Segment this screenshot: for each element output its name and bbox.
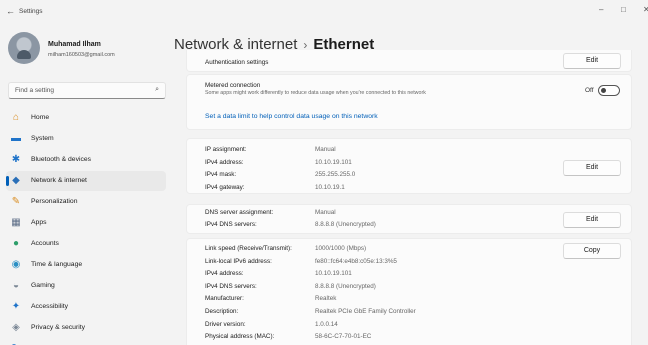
avatar xyxy=(8,32,40,64)
bluetooth-icon: ✱ xyxy=(11,154,21,165)
ip-settings-label: IPv4 gateway: xyxy=(205,183,245,191)
sidebar-item-apps[interactable]: ▦ Apps xyxy=(6,213,166,233)
authentication-label: Authentication settings xyxy=(205,59,269,66)
metered-toggle[interactable] xyxy=(598,85,620,96)
properties-value: 8.8.8.8 (Unencrypted) xyxy=(315,282,376,290)
dns-settings-label: IPv4 DNS servers: xyxy=(205,221,257,228)
properties-value: 1.0.0.14 xyxy=(315,320,338,328)
minimize-icon[interactable]: – xyxy=(599,5,603,14)
sidebar-item-label: Privacy & security xyxy=(31,324,86,331)
edit-dns-button[interactable]: Edit xyxy=(563,212,621,228)
properties-value: Realtek xyxy=(315,295,337,303)
ip-settings-card: Edit IP assignment: Manual IPv4 address: 10… xyxy=(186,138,632,194)
properties-value: Realtek PCIe GbE Family Controller xyxy=(315,308,416,315)
sidebar-item-home[interactable]: ⌂ Home xyxy=(6,108,166,128)
sidebar: Muhamad Ilham milham160503@gmail.com Fin… xyxy=(0,24,170,345)
properties-label: Link-local IPv6 address: xyxy=(205,257,272,265)
sidebar-item-time-language[interactable]: ◉ Time & language xyxy=(6,255,166,275)
active-indicator xyxy=(6,176,9,186)
brush-icon: ✎ xyxy=(11,196,21,207)
ip-settings-value: Manual xyxy=(315,146,336,153)
dns-settings-card: Edit DNS server assignment: Manual IPv4 DN… xyxy=(186,204,632,234)
user-profile[interactable]: Muhamad Ilham milham160503@gmail.com xyxy=(8,32,170,66)
profile-name: Muhamad Ilham xyxy=(48,41,101,48)
apps-icon: ▦ xyxy=(11,217,21,228)
authentication-card: Authentication settings Edit xyxy=(186,50,632,72)
properties-label: IPv4 address: xyxy=(205,270,244,278)
back-arrow-icon[interactable]: ← xyxy=(6,6,15,16)
edit-ip-button[interactable]: Edit xyxy=(563,160,621,176)
dns-settings-value: Manual xyxy=(315,209,336,216)
dns-settings-label: DNS server assignment: xyxy=(205,209,274,216)
ip-settings-value: 10.10.19.101 xyxy=(315,158,352,166)
ip-settings-label: IPv4 mask: xyxy=(205,171,237,178)
data-limit-link[interactable]: Set a data limit to help control data us… xyxy=(205,113,378,120)
shield-icon: ◈ xyxy=(12,322,20,333)
sidebar-item-label: Home xyxy=(31,114,50,121)
sidebar-item-privacy-security[interactable]: ◈ Privacy & security xyxy=(6,318,166,338)
ip-settings-value: 255.255.255.0 xyxy=(315,171,356,178)
title-bar: ← Settings – □ ✕ xyxy=(0,0,648,24)
sidebar-item-label: Bluetooth & devices xyxy=(31,156,92,163)
ip-settings-value: 10.10.19.1 xyxy=(315,183,345,191)
window-title: Settings xyxy=(19,8,43,15)
sidebar-item-label: Personalization xyxy=(31,198,78,205)
properties-value: 58-6C-C7-70-01-EC xyxy=(315,333,372,341)
properties-value: 1000/1000 (Mbps) xyxy=(315,245,367,252)
sidebar-item-windows-update[interactable]: ↻Windows Update xyxy=(6,339,166,345)
accounts-icon: ● xyxy=(12,238,20,249)
system-icon: ▬ xyxy=(11,133,21,144)
profile-email: milham160503@gmail.com xyxy=(48,52,115,58)
properties-value: 10.10.19.101 xyxy=(315,270,352,278)
accessibility-icon: ✦ xyxy=(11,301,21,312)
properties-label: Physical address (MAC): xyxy=(205,333,275,341)
sidebar-item-accessibility[interactable]: ✦ Accessibility xyxy=(6,297,166,317)
metered-toggle-label: Off xyxy=(585,87,594,94)
metered-connection-card: Metered connection Some apps might work … xyxy=(186,74,632,130)
sidebar-item-label: Apps xyxy=(31,219,47,226)
sidebar-item-gaming[interactable]: ◒ Gaming xyxy=(6,276,166,296)
sidebar-item-label: Network & internet xyxy=(31,177,87,184)
sidebar-item-label: System xyxy=(31,135,54,142)
properties-label: Driver version: xyxy=(205,320,246,328)
search-icon: ⌕ xyxy=(155,86,159,93)
sidebar-item-label: Gaming xyxy=(31,282,55,289)
home-icon: ⌂ xyxy=(12,112,20,123)
sidebar-item-label: Accounts xyxy=(31,240,59,247)
dns-settings-value: 8.8.8.8 (Unencrypted) xyxy=(315,221,376,228)
properties-label: Link speed (Receive/Transmit): xyxy=(205,245,292,252)
properties-label: Description: xyxy=(205,308,239,315)
properties-card: Copy Link speed (Receive/Transmit): 1000/… xyxy=(186,238,632,345)
close-icon[interactable]: ✕ xyxy=(643,5,648,14)
ip-settings-label: IP assignment: xyxy=(205,146,247,153)
sidebar-item-accounts[interactable]: ● Accounts xyxy=(6,234,166,254)
edit-authentication-button[interactable]: Edit xyxy=(563,53,621,69)
sidebar-item-label: Accessibility xyxy=(31,303,69,310)
sidebar-item-label: Time & language xyxy=(31,261,83,268)
wifi-icon: ◆ xyxy=(12,175,20,186)
metered-description: Some apps might work differently to redu… xyxy=(205,90,426,96)
properties-label: Manufacturer: xyxy=(205,295,244,303)
copy-properties-button[interactable]: Copy xyxy=(563,243,621,259)
search-input[interactable]: Find a setting ⌕ xyxy=(8,82,166,99)
maximize-icon[interactable]: □ xyxy=(621,5,626,14)
search-placeholder: Find a setting xyxy=(15,87,55,94)
gamepad-icon: ◒ xyxy=(12,280,20,291)
metered-title: Metered connection xyxy=(205,82,261,89)
ip-settings-label: IPv4 address: xyxy=(205,158,244,166)
sidebar-item-personalization[interactable]: ✎ Personalization xyxy=(6,192,166,212)
main-content: Network & internet › Ethernet Authenticati… xyxy=(170,24,648,345)
properties-value: fe80::fc64:e4b8:c05e:13:3%5 xyxy=(315,257,397,265)
toggle-knob xyxy=(601,88,606,93)
sidebar-item-network-internet[interactable]: ◆ Network & internet xyxy=(6,171,166,191)
globe-icon: ◉ xyxy=(11,259,21,270)
properties-label: IPv4 DNS servers: xyxy=(205,282,257,290)
sidebar-item-system[interactable]: ▬ System xyxy=(6,129,166,149)
sidebar-item-bluetooth-devices[interactable]: ✱ Bluetooth & devices xyxy=(6,150,166,170)
